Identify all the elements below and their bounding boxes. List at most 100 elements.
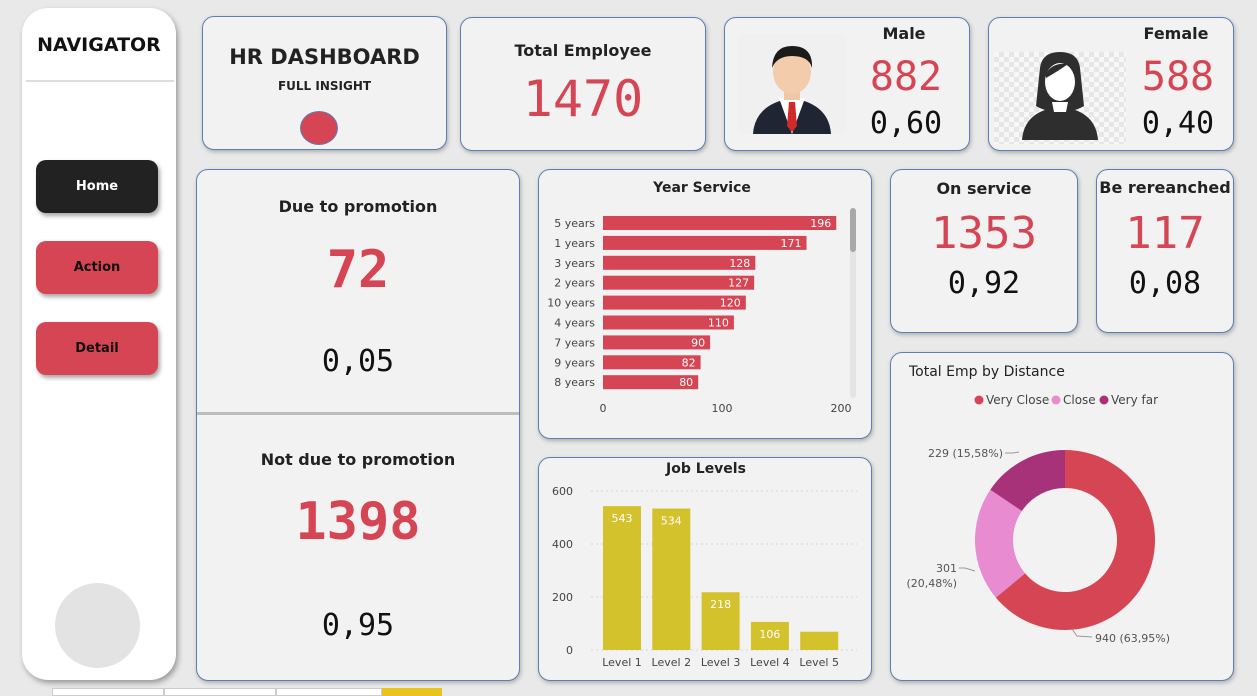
dashboard-subtitle: FULL INSIGHT bbox=[277, 79, 372, 93]
total-employee-card: Total Employee 1470 bbox=[460, 17, 706, 151]
year-service-category-label: 7 years bbox=[554, 336, 595, 349]
distance-legend-marker bbox=[1099, 395, 1109, 405]
home-button[interactable]: Home bbox=[36, 160, 158, 213]
year-service-title: Year Service bbox=[652, 180, 751, 196]
status-dot-button[interactable] bbox=[300, 111, 338, 145]
rereanched-label: Be rereanched bbox=[1099, 178, 1231, 197]
total-employee-value: 1470 bbox=[522, 70, 644, 128]
rereanched-card: Be rereanched 117 0,08 bbox=[1096, 169, 1234, 333]
distance-legend-label[interactable]: Very Close bbox=[986, 393, 1049, 407]
distance-label-close-pct: (20,48%) bbox=[906, 577, 957, 590]
male-value: 882 bbox=[869, 54, 943, 100]
on-service-ratio: 0,92 bbox=[947, 266, 1021, 301]
title-card: HR DASHBOARD FULL INSIGHT bbox=[202, 16, 447, 150]
rereanched-ratio: 0,08 bbox=[1128, 266, 1202, 301]
job-levels-y-tick: 0 bbox=[566, 644, 573, 657]
male-label: Male bbox=[882, 24, 926, 43]
navigator-title: NAVIGATOR bbox=[37, 34, 161, 56]
promotion-card: Due to promotion 72 0,05 Not due to prom… bbox=[196, 169, 520, 681]
job-levels-category-label: Level 4 bbox=[750, 656, 790, 669]
distance-legend-marker bbox=[974, 395, 984, 405]
distance-title: Total Emp by Distance bbox=[908, 364, 1065, 380]
promotion-divider bbox=[197, 412, 519, 415]
distance-donut-chart: Total Emp by Distance Very Close Close Ver… bbox=[906, 364, 1170, 645]
job-levels-category-label: Level 2 bbox=[652, 656, 692, 669]
year-service-category-label: 2 years bbox=[554, 277, 595, 290]
detail-button[interactable]: Detail bbox=[36, 322, 158, 375]
distance-leader-line bbox=[1005, 451, 1020, 454]
year-service-category-label: 9 years bbox=[554, 356, 595, 369]
dashboard-title: HR DASHBOARD bbox=[229, 45, 420, 69]
job-levels-bar[interactable] bbox=[800, 631, 839, 650]
distance-legend-label[interactable]: Close bbox=[1063, 393, 1096, 407]
female-ratio: 0,40 bbox=[1141, 106, 1215, 141]
job-levels-value-label: 534 bbox=[661, 514, 682, 527]
year-service-category-label: 10 years bbox=[547, 297, 595, 310]
on-service-label: On service bbox=[936, 179, 1032, 198]
year-service-value-label: 120 bbox=[720, 297, 741, 310]
year-service-value-label: 196 bbox=[810, 217, 831, 230]
male-card: Male 882 0,60 bbox=[724, 17, 970, 151]
job-levels-y-tick: 400 bbox=[552, 538, 573, 551]
year-service-x-tick: 200 bbox=[831, 402, 852, 415]
due-promotion-label: Due to promotion bbox=[278, 197, 438, 216]
job-levels-bar[interactable] bbox=[603, 506, 641, 650]
job-levels-value-label: 106 bbox=[759, 628, 780, 641]
distance-legend-marker bbox=[1051, 395, 1061, 405]
year-service-value-label: 110 bbox=[708, 317, 729, 330]
female-avatar bbox=[994, 52, 1126, 144]
job-levels-card: Job Levels 0 200 400 600 543 Level 1 534 Level … bbox=[538, 457, 872, 681]
year-service-category-label: 4 years bbox=[554, 317, 595, 330]
navigator-divider bbox=[26, 80, 174, 82]
on-service-card: On service 1353 0,92 bbox=[890, 169, 1078, 333]
year-service-value-label: 80 bbox=[679, 376, 693, 389]
navigator-panel: NAVIGATOR Home Action Detail bbox=[22, 8, 176, 680]
distance-leader-line bbox=[1071, 628, 1093, 638]
page-tab-3[interactable] bbox=[276, 688, 382, 696]
distance-label-very-close: 940 (63,95%) bbox=[1095, 632, 1170, 645]
not-due-promotion-label: Not due to promotion bbox=[260, 450, 456, 469]
year-service-card: Year Service 5 years 196 1 years 171 3 years… bbox=[538, 169, 872, 439]
rereanched-value: 117 bbox=[1125, 208, 1205, 259]
job-levels-category-label: Level 5 bbox=[799, 656, 839, 669]
year-service-value-label: 82 bbox=[682, 356, 696, 369]
not-due-promotion-ratio: 0,95 bbox=[321, 608, 395, 643]
job-levels-y-tick: 200 bbox=[552, 591, 573, 604]
not-due-promotion-value: 1398 bbox=[295, 492, 421, 552]
year-service-value-label: 171 bbox=[780, 237, 801, 250]
year-service-category-label: 5 years bbox=[554, 217, 595, 230]
year-service-value-label: 90 bbox=[691, 336, 705, 349]
job-levels-category-label: Level 3 bbox=[701, 656, 741, 669]
year-service-value-label: 128 bbox=[729, 257, 750, 270]
job-levels-category-label: Level 1 bbox=[602, 656, 642, 669]
male-ratio: 0,60 bbox=[869, 106, 943, 141]
year-service-x-tick: 100 bbox=[712, 402, 733, 415]
year-service-x-tick: 0 bbox=[600, 402, 607, 415]
job-levels-value-label: 218 bbox=[710, 598, 731, 611]
year-service-scrollbar-thumb[interactable] bbox=[850, 208, 856, 252]
year-service-category-label: 3 years bbox=[554, 257, 595, 270]
due-promotion-ratio: 0,05 bbox=[321, 344, 395, 379]
year-service-bar[interactable] bbox=[603, 216, 837, 230]
distance-label-close-count: 301 bbox=[936, 562, 957, 575]
page-tab-active[interactable] bbox=[382, 688, 442, 696]
female-value: 588 bbox=[1141, 54, 1215, 100]
female-card: Female 588 0,40 bbox=[988, 17, 1234, 151]
year-service-value-label: 127 bbox=[728, 277, 749, 290]
job-levels-y-tick: 600 bbox=[552, 485, 573, 498]
job-levels-bar[interactable] bbox=[652, 508, 691, 650]
year-service-category-label: 1 years bbox=[554, 237, 595, 250]
job-levels-chart: Job Levels 0 200 400 600 543 Level 1 534 Level … bbox=[552, 461, 857, 669]
page-tab-1[interactable] bbox=[52, 688, 164, 696]
distance-leader-line bbox=[959, 567, 976, 572]
action-button[interactable]: Action bbox=[36, 241, 158, 294]
on-service-value: 1353 bbox=[931, 208, 1037, 259]
year-service-category-label: 8 years bbox=[554, 376, 595, 389]
page-tab-2[interactable] bbox=[164, 688, 276, 696]
distance-legend-label[interactable]: Very far bbox=[1111, 393, 1158, 407]
male-avatar bbox=[739, 34, 845, 134]
year-service-bar[interactable] bbox=[603, 235, 807, 250]
job-levels-title: Job Levels bbox=[665, 461, 746, 477]
female-label: Female bbox=[1143, 24, 1209, 43]
navigator-circle-decoration bbox=[55, 583, 140, 668]
